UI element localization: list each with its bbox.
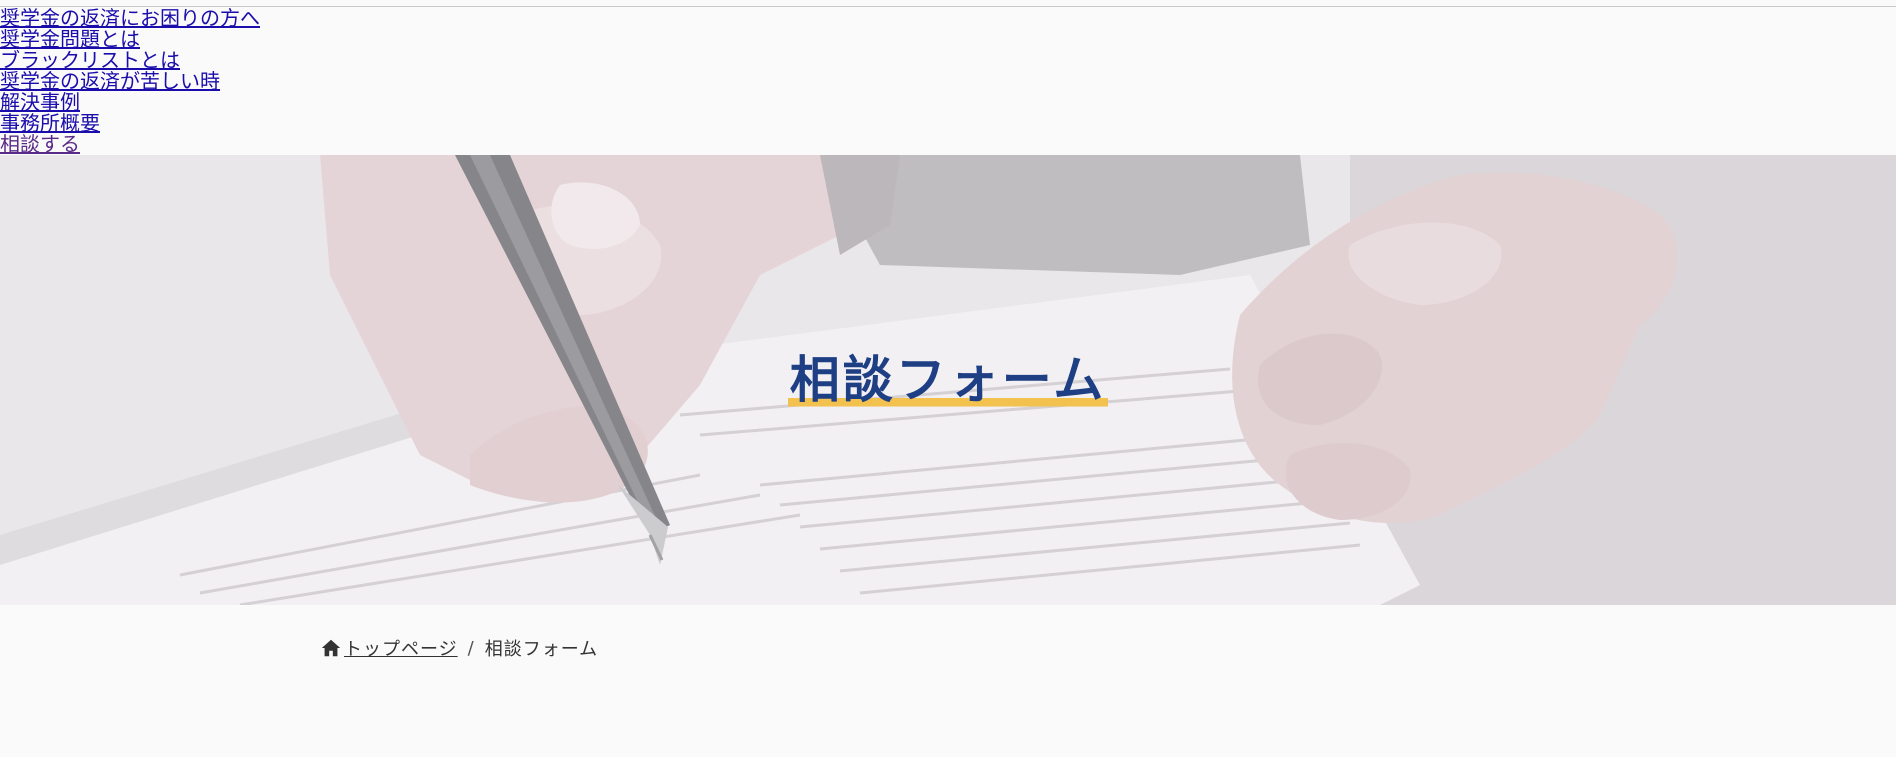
nav-item: 奨学金の返済が苦しい時 [0, 71, 260, 92]
nav-item: 解決事例 [0, 92, 260, 113]
breadcrumb: トップページ / 相談フォーム [320, 636, 598, 660]
global-nav: 奨学金の返済にお困りの方へ 奨学金問題とは ブラックリストとは 奨学金の返済が苦… [0, 8, 260, 155]
breadcrumb-current: 相談フォーム [484, 639, 599, 660]
breadcrumb-home-link[interactable]: トップページ [344, 635, 458, 661]
top-divider [0, 6, 1896, 7]
page-title: 相談フォーム [0, 350, 1896, 410]
page-hero: 相談フォーム [0, 155, 1896, 605]
nav-item: 相談する [0, 134, 260, 155]
breadcrumb-separator: / [467, 637, 475, 659]
page-title-text: 相談フォーム [787, 350, 1109, 410]
nav-item: 奨学金の返済にお困りの方へ [0, 8, 260, 29]
nav-item: 奨学金問題とは [0, 29, 260, 50]
nav-link-consult[interactable]: 相談する [0, 132, 80, 156]
home-icon [320, 637, 342, 659]
nav-item: ブラックリストとは [0, 50, 260, 71]
nav-item: 事務所概要 [0, 113, 260, 134]
